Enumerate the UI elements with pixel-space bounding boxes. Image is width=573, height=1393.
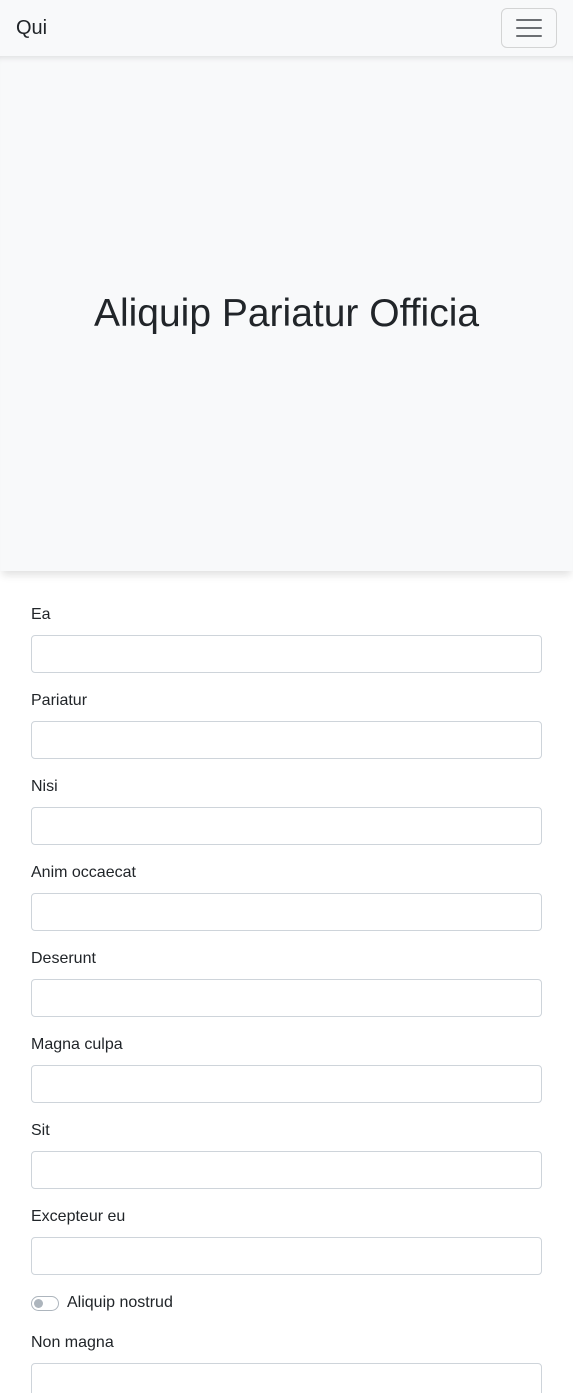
hero-section: Aliquip Pariatur Officia — [0, 56, 573, 571]
switch-label: Aliquip nostrud — [67, 1294, 173, 1311]
navbar-brand[interactable]: Qui — [16, 17, 47, 40]
form-group-non-magna: Non magna — [31, 1333, 542, 1393]
field-label: Non magna — [31, 1334, 114, 1351]
hamburger-line — [516, 35, 542, 37]
aliquip-nostrud-switch-row[interactable]: Aliquip nostrud — [31, 1293, 542, 1313]
aliquip-nostrud-switch[interactable] — [31, 1295, 59, 1311]
magna-culpa-input[interactable] — [31, 1065, 542, 1103]
field-label: Ea — [31, 606, 51, 623]
field-label: Magna culpa — [31, 1036, 123, 1053]
nisi-input[interactable] — [31, 807, 542, 845]
form-group-anim-occaecat: Anim occaecat — [31, 863, 542, 931]
excepteur-eu-input[interactable] — [31, 1237, 542, 1275]
form-group-nisi: Nisi — [31, 777, 542, 845]
form-group-sit: Sit — [31, 1121, 542, 1189]
non-magna-input[interactable] — [31, 1363, 542, 1393]
hamburger-line — [516, 27, 542, 29]
hamburger-menu-icon — [516, 19, 542, 21]
switch-knob — [34, 1298, 43, 1308]
field-label: Anim occaecat — [31, 864, 136, 881]
form-group-deserunt: Deserunt — [31, 949, 542, 1017]
hero-title: Aliquip Pariatur Officia — [93, 291, 480, 335]
form-group-excepteur-eu: Excepteur eu — [31, 1207, 542, 1275]
main-form: Ea Pariatur Nisi Anim occaecat Deserunt … — [31, 605, 542, 1393]
navbar-toggler-button[interactable] — [501, 8, 557, 48]
form-group-magna-culpa: Magna culpa — [31, 1035, 542, 1103]
form-group-ea: Ea — [31, 605, 542, 673]
field-label: Nisi — [31, 778, 58, 795]
field-label: Deserunt — [31, 950, 96, 967]
ea-input[interactable] — [31, 635, 542, 673]
form-group-pariatur: Pariatur — [31, 691, 542, 759]
field-label: Sit — [31, 1122, 50, 1139]
sit-input[interactable] — [31, 1151, 542, 1189]
anim-occaecat-input[interactable] — [31, 893, 542, 931]
pariatur-input[interactable] — [31, 721, 542, 759]
navbar: Qui — [0, 0, 573, 56]
deserunt-input[interactable] — [31, 979, 542, 1017]
field-label: Pariatur — [31, 692, 88, 709]
field-label: Excepteur eu — [31, 1208, 126, 1225]
